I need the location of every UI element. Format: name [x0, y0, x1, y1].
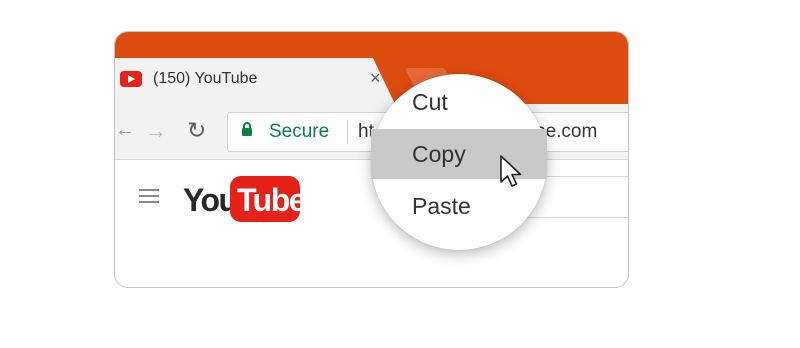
reload-icon[interactable]: ↻ [187, 117, 206, 144]
youtube-favicon-icon [120, 71, 142, 87]
back-arrow-icon[interactable]: ← [115, 119, 135, 142]
lock-icon [242, 122, 252, 136]
menu-icon[interactable] [139, 189, 159, 207]
address-bar-divider [347, 120, 348, 144]
browser-window: (150) YouTube × ← → ↻ Secure ht be.com Y… [114, 31, 629, 288]
tab-title: (150) YouTube [153, 70, 258, 87]
logo-text-tube: Tube [237, 182, 307, 218]
mouse-cursor-icon [500, 155, 522, 187]
secure-label: Secure [269, 121, 330, 142]
context-menu-cut[interactable]: Cut [371, 77, 547, 127]
forward-arrow-icon[interactable]: → [145, 118, 167, 144]
logo-text-you: You [183, 182, 238, 218]
